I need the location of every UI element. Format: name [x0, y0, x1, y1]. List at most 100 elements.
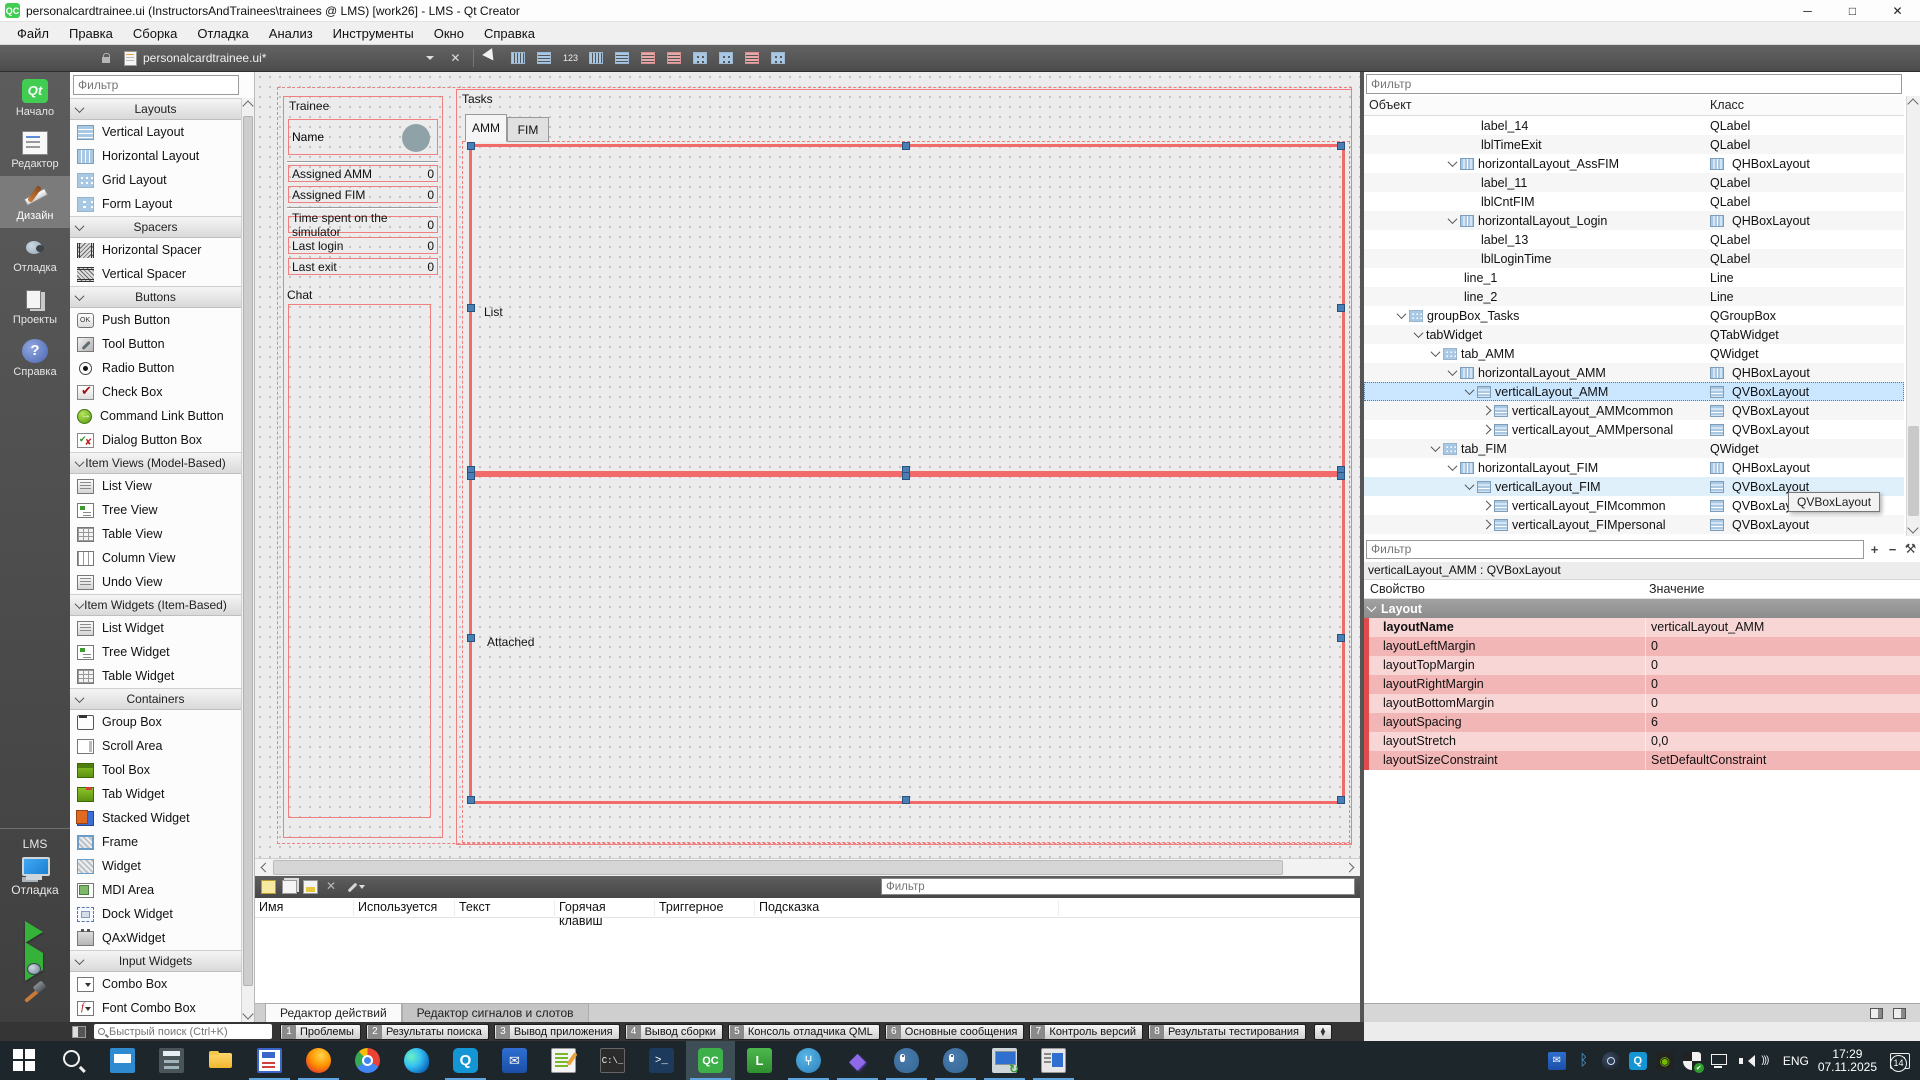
- attached-label[interactable]: Attached: [487, 635, 534, 649]
- scroll-down-icon[interactable]: [1907, 522, 1918, 533]
- widget-item-Grid-Layout[interactable]: Grid Layout: [70, 168, 242, 192]
- widget-item-Form-Layout[interactable]: Form Layout: [70, 192, 242, 216]
- mode-Начало[interactable]: Начало: [0, 72, 70, 124]
- tree-row-verticalLayout_AMMcommon[interactable]: verticalLayout_AMMcommonQVBoxLayout: [1364, 401, 1904, 420]
- taskbar-app-cmd[interactable]: [588, 1041, 637, 1080]
- tree-row-tab_AMM[interactable]: tab_AMMQWidget: [1364, 344, 1904, 363]
- canvas-horizontal-scrollbar[interactable]: [255, 858, 1360, 876]
- widget-item-Dock-Widget[interactable]: Dock Widget: [70, 902, 242, 926]
- new-action-icon[interactable]: [261, 880, 276, 894]
- layout-form-icon[interactable]: [716, 49, 736, 67]
- kit-computer-icon[interactable]: [20, 857, 50, 881]
- widget-category-Item-Views-Model-Based-[interactable]: Item Views (Model-Based): [70, 452, 242, 474]
- taskbar-app-qtcreator[interactable]: [686, 1041, 735, 1080]
- tree-row-label_11[interactable]: label_11QLabel: [1364, 173, 1904, 192]
- action-editor-filter-input[interactable]: [881, 878, 1355, 895]
- notification-icon[interactable]: 14: [1890, 1053, 1910, 1069]
- build-button[interactable]: [20, 981, 50, 1007]
- shield-tray-icon[interactable]: [1683, 1052, 1701, 1070]
- layout-grid-icon[interactable]: [690, 49, 710, 67]
- close-button[interactable]: ✕: [1875, 0, 1920, 22]
- tasks-group-box[interactable]: Tasks List Attached AMMFIM: [456, 89, 1352, 845]
- language-indicator[interactable]: ENG: [1783, 1054, 1809, 1068]
- toggle-sidebar-icon[interactable]: [72, 1026, 86, 1038]
- steam-tray-icon[interactable]: [1602, 1052, 1620, 1070]
- widget-item-Horizontal-Layout[interactable]: Horizontal Layout: [70, 144, 242, 168]
- add-property-icon[interactable]: +: [1867, 542, 1882, 557]
- tree-row-groupBox_Tasks[interactable]: groupBox_TasksQGroupBox: [1364, 306, 1904, 325]
- taskbar-app-postgres[interactable]: [882, 1041, 931, 1080]
- avatar-circle[interactable]: [402, 124, 430, 152]
- output-pane-2[interactable]: 2Результаты поиска: [366, 1024, 489, 1040]
- widget-item-Column-View[interactable]: Column View: [70, 546, 242, 570]
- selection-handle[interactable]: [467, 142, 475, 150]
- selection-handle[interactable]: [467, 304, 475, 312]
- chat-group-title[interactable]: Chat: [287, 288, 312, 302]
- widget-item-Radio-Button[interactable]: Radio Button: [70, 356, 242, 380]
- output-pane-5[interactable]: 5Консоль отладчика QML: [728, 1024, 880, 1040]
- configure-property-icon[interactable]: ⚒: [1903, 542, 1918, 557]
- tab-page-outline[interactable]: List Attached: [462, 141, 1350, 843]
- kit-build-mode[interactable]: Отладка: [11, 883, 58, 897]
- widget-item-Check-Box[interactable]: Check Box: [70, 380, 242, 404]
- selection-handle[interactable]: [467, 796, 475, 804]
- chevron-right-icon[interactable]: [1482, 406, 1492, 416]
- remove-property-icon[interactable]: −: [1885, 542, 1900, 557]
- selection-handle[interactable]: [902, 796, 910, 804]
- widget-item-Scroll-Area[interactable]: Scroll Area: [70, 734, 242, 758]
- property-row-layoutTopMargin[interactable]: layoutTopMargin0: [1364, 656, 1920, 675]
- taskbar-app-sysmon[interactable]: [98, 1041, 147, 1080]
- selection-handle[interactable]: [467, 634, 475, 642]
- widget-item-Combo-Box[interactable]: Combo Box: [70, 972, 242, 996]
- widget-item-Tool-Box[interactable]: Tool Box: [70, 758, 242, 782]
- widget-item-MDI-Area[interactable]: MDI Area: [70, 878, 242, 902]
- selection-handle[interactable]: [1337, 304, 1345, 312]
- output-pane-3[interactable]: 3Вывод приложения: [494, 1024, 620, 1040]
- layout-split-vertical-icon[interactable]: [664, 49, 684, 67]
- delete-action-icon[interactable]: [324, 880, 339, 894]
- trainee-row-Last-login[interactable]: Last login0: [288, 237, 438, 254]
- taskbar-app-obsidian[interactable]: [833, 1041, 882, 1080]
- quick-search-box[interactable]: [94, 1024, 272, 1039]
- layout-section-header[interactable]: Layout: [1364, 599, 1920, 618]
- chevron-down-icon[interactable]: [1448, 157, 1458, 167]
- selection-handle[interactable]: [902, 142, 910, 150]
- tree-row-horizontalLayout_Login[interactable]: horizontalLayout_LoginQHBoxLayout: [1364, 211, 1904, 230]
- edit-buddies-icon[interactable]: [534, 49, 554, 67]
- tree-row-horizontalLayout_FIM[interactable]: horizontalLayout_FIMQHBoxLayout: [1364, 458, 1904, 477]
- property-row-layoutName[interactable]: layoutNameverticalLayout_AMM: [1364, 618, 1920, 637]
- widget-category-Layouts[interactable]: Layouts: [70, 98, 242, 120]
- trainee-group-box[interactable]: Trainee Name Chat Assigned AMM0Assigned …: [283, 96, 443, 838]
- chevron-down-icon[interactable]: [1448, 214, 1458, 224]
- menu-item-Окно[interactable]: Окно: [425, 24, 473, 43]
- selection-handle[interactable]: [1337, 796, 1345, 804]
- selection-handle[interactable]: [902, 472, 910, 480]
- widget-item-QAxWidget[interactable]: QAxWidget: [70, 926, 242, 950]
- property-row-layoutStretch[interactable]: layoutStretch0,0: [1364, 732, 1920, 751]
- taskbar-app-remote[interactable]: [980, 1041, 1029, 1080]
- tree-row-verticalLayout_AMM[interactable]: verticalLayout_AMMQVBoxLayout: [1364, 382, 1904, 401]
- taskbar-app-mail[interactable]: [490, 1041, 539, 1080]
- form-editor-canvas[interactable]: Trainee Name Chat Assigned AMM0Assigned …: [255, 72, 1360, 858]
- layout-horizontal-icon[interactable]: [586, 49, 606, 67]
- mode-Дизайн[interactable]: Дизайн: [0, 176, 70, 228]
- selection-handle[interactable]: [467, 472, 475, 480]
- tree-row-tabWidget[interactable]: tabWidgetQTabWidget: [1364, 325, 1904, 344]
- selection-handle[interactable]: [1337, 142, 1345, 150]
- mode-Проекты[interactable]: Проекты: [0, 280, 70, 332]
- widget-item-Vertical-Spacer[interactable]: Vertical Spacer: [70, 262, 242, 286]
- bottom-tab--[interactable]: Редактор сигналов и слотов: [402, 1003, 589, 1022]
- menu-item-Инструменты[interactable]: Инструменты: [324, 24, 423, 43]
- taskbar-app-start[interactable]: [0, 1041, 49, 1080]
- layout-vertical-icon[interactable]: [612, 49, 632, 67]
- property-row-layoutSpacing[interactable]: layoutSpacing6: [1364, 713, 1920, 732]
- chat-group-box[interactable]: [288, 304, 431, 818]
- widget-item-Tree-Widget[interactable]: Tree Widget: [70, 640, 242, 664]
- widget-category-Spacers[interactable]: Spacers: [70, 216, 242, 238]
- property-row-layoutRightMargin[interactable]: layoutRightMargin0: [1364, 675, 1920, 694]
- open-document-selector[interactable]: personalcardtrainee.ui*: [143, 51, 266, 65]
- volwave-tray-icon[interactable]: [1756, 1052, 1774, 1070]
- list-label[interactable]: List: [484, 305, 503, 319]
- widget-item-Widget[interactable]: Widget: [70, 854, 242, 878]
- widget-category-Input-Widgets[interactable]: Input Widgets: [70, 950, 242, 972]
